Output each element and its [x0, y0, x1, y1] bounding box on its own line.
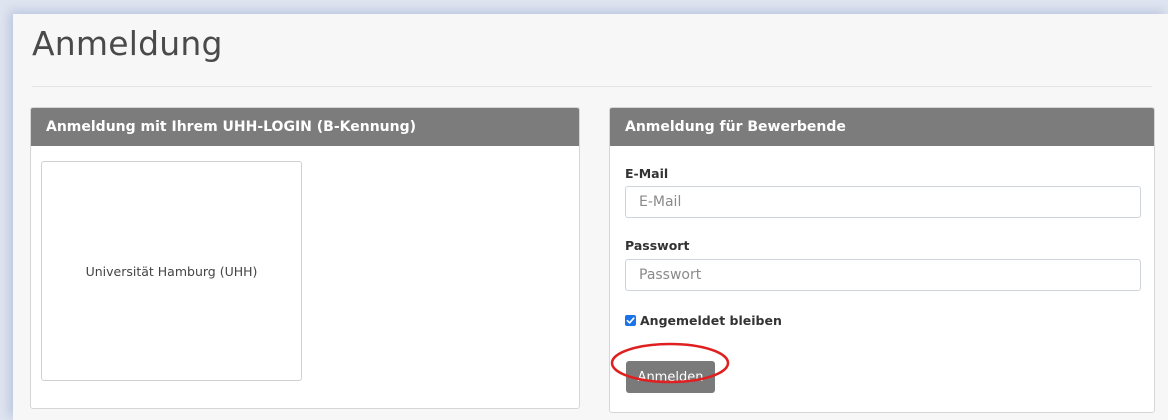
password-label: Passwort	[625, 238, 690, 253]
remember-label: Angemeldet bleiben	[640, 313, 782, 328]
applicant-login-header: Anmeldung für Bewerbende	[610, 108, 1154, 146]
password-field[interactable]	[625, 259, 1141, 291]
email-field[interactable]	[625, 186, 1141, 218]
email-label: E-Mail	[625, 166, 669, 181]
login-button[interactable]: Anmelden	[626, 361, 715, 393]
uhh-provider-button[interactable]: Universität Hamburg (UHH)	[41, 161, 302, 381]
page-title: Anmeldung	[32, 24, 223, 63]
provider-label: Universität Hamburg (UHH)	[85, 263, 258, 279]
remember-me[interactable]: Angemeldet bleiben	[625, 313, 782, 328]
check-icon	[626, 317, 635, 324]
remember-checkbox[interactable]	[625, 315, 636, 326]
uhh-login-header: Anmeldung mit Ihrem UHH-LOGIN (B-Kennung…	[31, 108, 579, 146]
applicant-login-panel: Anmeldung für Bewerbende E-Mail Passwort…	[609, 107, 1155, 413]
login-page: Anmeldung Anmeldung mit Ihrem UHH-LOGIN …	[13, 14, 1168, 420]
uhh-login-panel: Anmeldung mit Ihrem UHH-LOGIN (B-Kennung…	[30, 107, 580, 409]
title-divider	[32, 86, 1152, 87]
